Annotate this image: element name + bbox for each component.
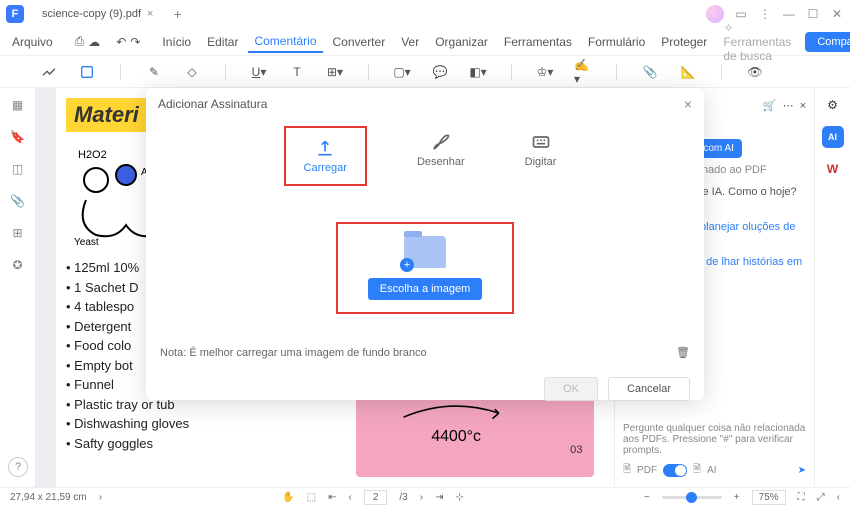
highlight-icon[interactable] — [40, 63, 58, 81]
send-icon[interactable]: ➤ — [798, 465, 806, 476]
undo-icon[interactable]: ↶ — [116, 33, 126, 51]
stamp-icon[interactable]: ♔▾ — [536, 63, 554, 81]
modal-close-button[interactable]: × — [684, 96, 692, 112]
left-sidebar: ▦ 🔖 ◫ 📎 ⊞ ✪ — [0, 88, 36, 487]
menu-ferramentas[interactable]: Ferramentas — [498, 32, 578, 52]
next-page-icon[interactable]: › — [420, 492, 423, 503]
select-tool-icon[interactable]: ⬚ — [307, 492, 316, 503]
app-logo: F — [6, 5, 24, 23]
close-icon[interactable]: ✕ — [830, 7, 844, 21]
page-total: /3 — [399, 492, 407, 503]
last-page-icon[interactable]: ⇥ — [435, 492, 443, 503]
eraser-icon[interactable]: ◇ — [183, 63, 201, 81]
textbox-icon[interactable]: ⊞▾ — [326, 63, 344, 81]
fit-icon[interactable]: ⊹ — [455, 492, 463, 503]
svg-text:Yeast: Yeast — [74, 237, 99, 248]
menu-converter[interactable]: Converter — [327, 32, 392, 52]
tab-title: science-copy (9).pdf — [42, 8, 141, 20]
footer-hint: Pergunte qualquer coisa não relacionada … — [623, 423, 806, 456]
ok-button: OK — [544, 377, 598, 401]
thumbnails-icon[interactable]: ▦ — [12, 98, 23, 112]
page-input[interactable]: 2 — [373, 492, 379, 503]
add-signature-modal: Adicionar Assinatura × Carregar Desenhar… — [146, 88, 704, 400]
menubar: Arquivo ⎙ ☁ ↶ ↷ Início Editar Comentário… — [0, 28, 850, 56]
panel-more-icon[interactable]: ⋯ — [783, 99, 794, 112]
list-item: Safty goggles — [66, 434, 326, 454]
shape-icon[interactable]: ▢▾ — [393, 63, 411, 81]
fit-width-icon[interactable]: ⛶ — [798, 492, 805, 503]
document-tab[interactable]: science-copy (9).pdf × — [32, 4, 163, 24]
zoom-out-icon[interactable]: − — [644, 492, 650, 503]
cart-icon[interactable]: 🛒 — [763, 99, 777, 112]
measure-icon[interactable]: 📐 — [679, 63, 697, 81]
menu-file[interactable]: Arquivo — [6, 32, 59, 52]
attach-icon[interactable]: 📎 — [10, 194, 25, 208]
menu-editar[interactable]: Editar — [201, 32, 244, 52]
statusbar: 27,94 x 21,59 cm › ✋ ⬚ ⇤ ‹ 2 /3 › ⇥ ⊹ − … — [0, 487, 850, 507]
prev-page-icon[interactable]: ‹ — [348, 492, 351, 503]
underline-icon[interactable]: U▾ — [250, 63, 268, 81]
pdf-toggle[interactable] — [663, 464, 687, 477]
word-icon[interactable]: W — [827, 162, 838, 176]
note-icon[interactable] — [78, 63, 96, 81]
temp-label: 4400°c — [431, 428, 481, 445]
upload-dropzone[interactable]: + Escolha a imagem — [336, 222, 515, 314]
help-button[interactable]: ? — [8, 457, 28, 477]
redo-icon[interactable]: ↷ — [130, 33, 140, 51]
attachment-icon[interactable]: 📎 — [641, 63, 659, 81]
tab-draw[interactable]: Desenhar — [407, 126, 475, 186]
text-icon[interactable]: T — [288, 63, 306, 81]
list-item: Dishwashing gloves — [66, 414, 326, 434]
panel-close-icon[interactable]: × — [800, 100, 806, 112]
menu-inicio[interactable]: Início — [156, 32, 197, 52]
zoom-value[interactable]: 75% — [752, 490, 786, 505]
menu-comentario[interactable]: Comentário — [248, 31, 322, 53]
first-page-icon[interactable]: ⇤ — [328, 492, 336, 503]
settings-slider-icon[interactable]: ⚙ — [827, 98, 838, 112]
security-icon[interactable]: ✪ — [12, 258, 22, 272]
page-dimensions: 27,94 x 21,59 cm — [10, 492, 87, 503]
expand-left-icon[interactable]: › — [99, 492, 102, 503]
modal-note-text: Nota: É melhor carregar uma imagem de fu… — [160, 347, 427, 359]
fields-icon[interactable]: ⊞ — [12, 226, 22, 240]
zoom-slider[interactable] — [662, 496, 722, 499]
pencil-icon[interactable]: ✎ — [145, 63, 163, 81]
hand-tool-icon[interactable]: ✋ — [282, 492, 294, 503]
menu-organizar[interactable]: Organizar — [429, 32, 494, 52]
trash-icon[interactable]: 🗑 — [676, 346, 690, 359]
hide-comments-icon[interactable]: 👁 — [746, 63, 764, 81]
menu-formulario[interactable]: Formulário — [582, 32, 651, 52]
far-right-bar: ⚙ AI W — [814, 88, 850, 487]
tab-upload[interactable]: Carregar — [294, 132, 357, 180]
comment-icon[interactable]: 💬 — [431, 63, 449, 81]
maximize-icon[interactable]: ☐ — [806, 7, 820, 21]
modal-tabs: Carregar Desenhar Digitar — [146, 120, 704, 198]
menu-ver[interactable]: Ver — [395, 32, 425, 52]
ai-badge-icon[interactable]: AI — [822, 126, 844, 148]
modal-title: Adicionar Assinatura — [158, 97, 267, 111]
page-num: 03 — [570, 444, 582, 456]
choose-image-button[interactable]: Escolha a imagem — [368, 278, 483, 300]
menu-search-tools[interactable]: ✧ Ferramentas de busca — [717, 18, 797, 66]
expand-right-icon[interactable]: ‹ — [837, 492, 840, 503]
tab-close-icon[interactable]: × — [147, 8, 153, 20]
cancel-button[interactable]: Cancelar — [608, 377, 690, 401]
signature-icon[interactable]: ✍▾ — [574, 63, 592, 81]
plus-icon: + — [400, 258, 414, 272]
share-button[interactable]: Compartilhe — [805, 32, 850, 52]
tab-type[interactable]: Digitar — [515, 126, 567, 186]
new-tab-button[interactable]: + — [173, 6, 181, 22]
callout-icon[interactable]: ◧▾ — [469, 63, 487, 81]
folder-icon: + — [404, 236, 446, 268]
zoom-in-icon[interactable]: + — [734, 492, 740, 503]
label-h2o2: H2O2 — [78, 149, 107, 161]
save-icon[interactable]: ☁ — [88, 33, 100, 51]
bookmark-icon[interactable]: 🔖 — [10, 130, 25, 144]
layers-icon[interactable]: ◫ — [12, 162, 23, 176]
fullscreen-icon[interactable]: ⤢ — [817, 492, 825, 503]
print-icon[interactable]: ⎙ — [75, 33, 85, 51]
menu-proteger[interactable]: Proteger — [655, 32, 713, 52]
